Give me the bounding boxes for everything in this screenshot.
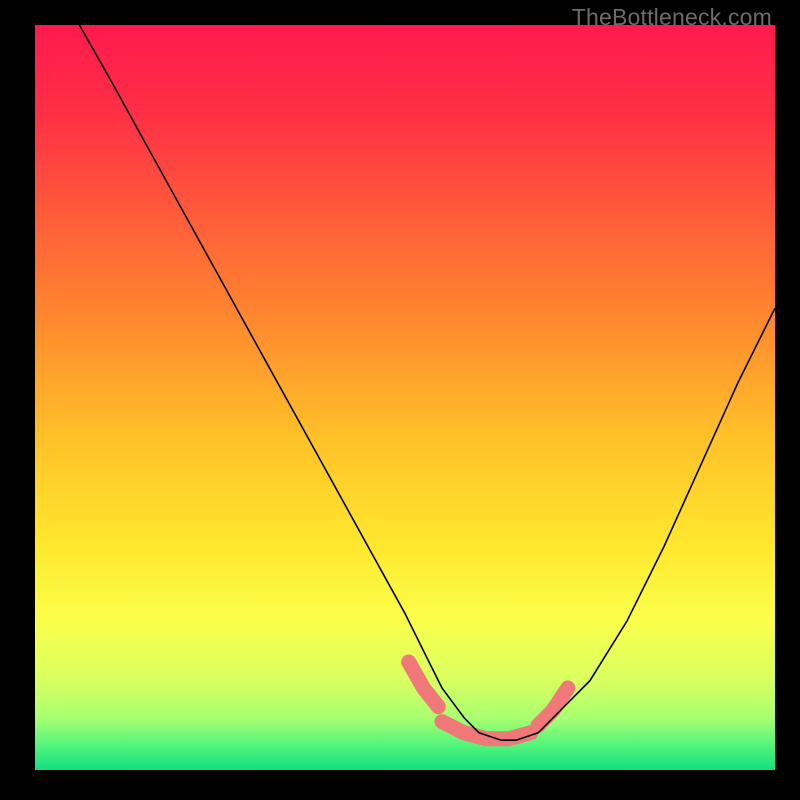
- chart-frame: [35, 25, 775, 770]
- bottleneck-chart: [35, 25, 775, 770]
